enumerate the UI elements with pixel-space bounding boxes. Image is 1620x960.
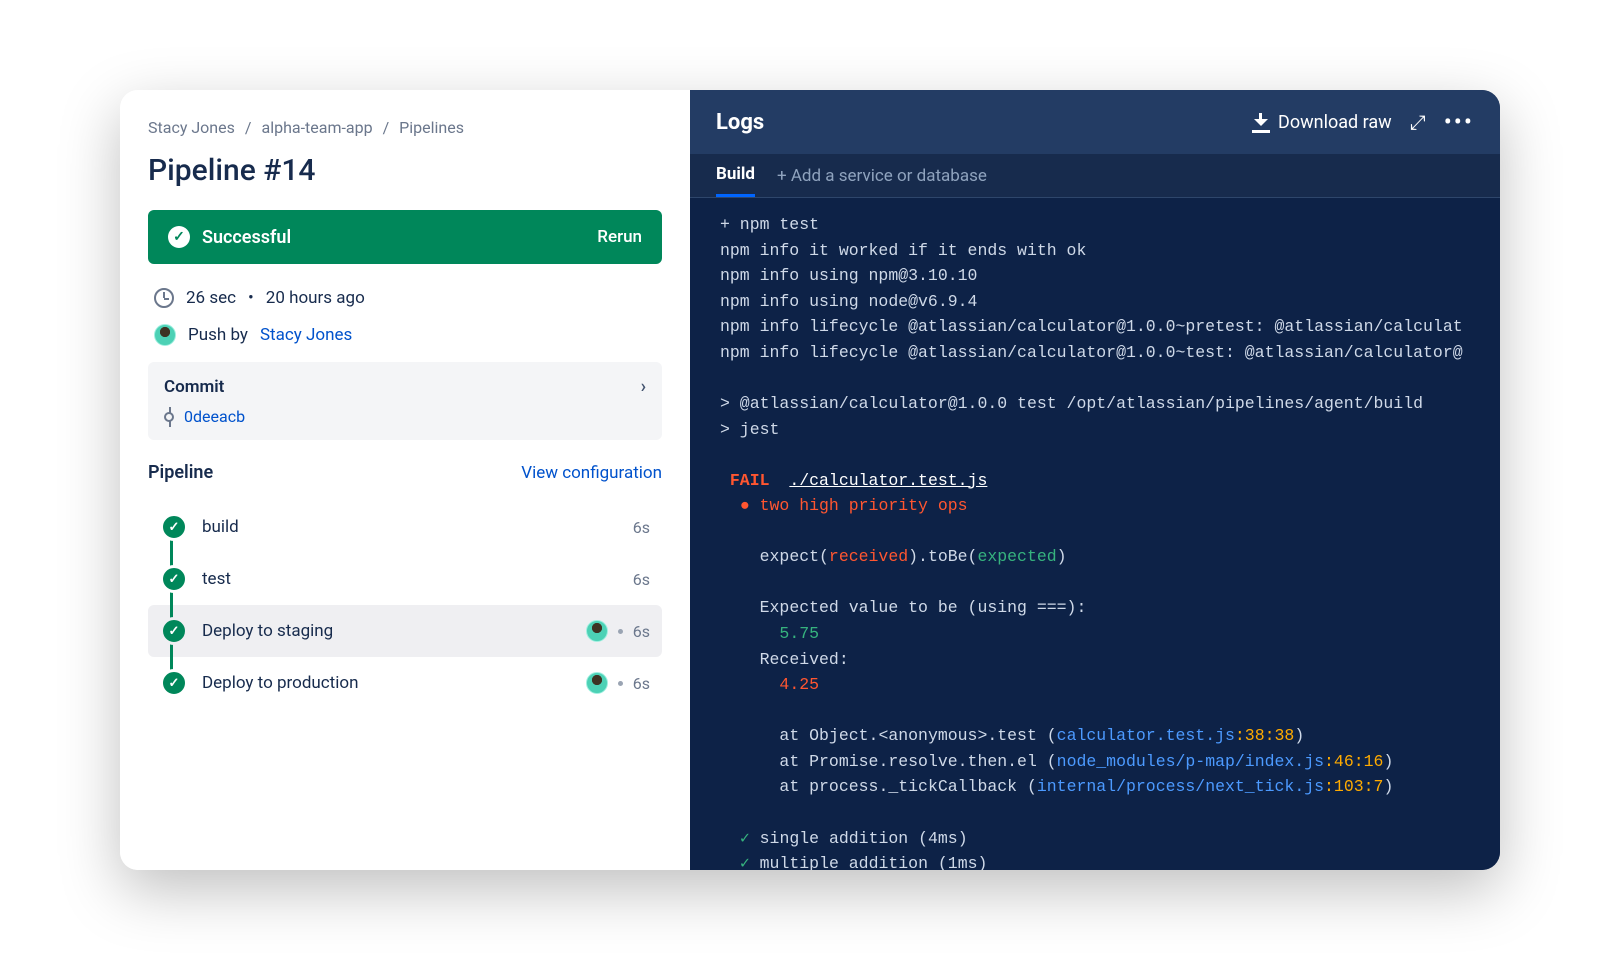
right-panel: Logs Download raw ⤢ ••• Build + Add a se…: [690, 90, 1500, 870]
pipeline-step[interactable]: ✓ Deploy to staging 6s: [148, 605, 662, 657]
pipeline-step-list: ✓ build 6s ✓ test 6s ✓ Deploy to staging 6s ✓ Depl…: [148, 501, 662, 709]
log-text: ): [1057, 547, 1067, 566]
breadcrumb-section[interactable]: Pipelines: [399, 118, 464, 137]
pipeline-step[interactable]: ✓ test 6s: [148, 553, 662, 605]
page-title: Pipeline #14: [148, 153, 662, 188]
check-circle-icon: ✓: [160, 565, 188, 593]
logs-title: Logs: [716, 110, 764, 135]
expected-value: 5.75: [779, 624, 819, 643]
check-circle-icon: ✓: [160, 669, 188, 697]
pipeline-window: Stacy Jones / alpha-team-app / Pipelines…: [120, 90, 1500, 870]
commit-heading: Commit: [164, 377, 224, 397]
pipeline-step[interactable]: ✓ Deploy to production 6s: [148, 657, 662, 709]
step-connector: [170, 531, 173, 679]
dot-separator: [618, 629, 623, 634]
trace-location: :103:7: [1324, 777, 1383, 796]
log-output[interactable]: + npm test npm info it worked if it ends…: [690, 198, 1500, 870]
breadcrumb-owner[interactable]: Stacy Jones: [148, 118, 235, 137]
breadcrumb-separator: /: [383, 118, 390, 137]
step-name: build: [202, 517, 239, 537]
log-tabs: Build + Add a service or database: [690, 154, 1500, 198]
trace-path[interactable]: node_modules/p-map/index.js: [1057, 752, 1324, 771]
bullet-icon: ●: [740, 496, 750, 515]
more-icon[interactable]: •••: [1444, 108, 1474, 136]
log-line: npm info lifecycle @atlassian/calculator…: [720, 317, 1463, 336]
status-label: Successful: [202, 227, 291, 248]
step-duration: 6s: [633, 570, 650, 589]
received-value: 4.25: [779, 675, 819, 694]
log-line: > @atlassian/calculator@1.0.0 test /opt/…: [720, 394, 1423, 413]
duration-row: 26 sec • 20 hours ago: [154, 288, 656, 308]
trace-prefix: at process._tickCallback (: [779, 777, 1036, 796]
left-panel: Stacy Jones / alpha-team-app / Pipelines…: [120, 90, 690, 870]
avatar-icon: [586, 672, 608, 694]
log-received: received: [829, 547, 908, 566]
step-name: Deploy to production: [202, 673, 358, 693]
push-by-row: Push by Stacy Jones: [154, 324, 656, 346]
log-text: Expected value to be (using ===):: [760, 598, 1087, 617]
trace-location: :38:38: [1235, 726, 1294, 745]
log-text: ).toBe(: [908, 547, 977, 566]
check-icon: ✓: [740, 854, 750, 870]
dot-separator: [618, 681, 623, 686]
pipeline-heading: Pipeline: [148, 462, 213, 483]
trace-prefix: at Object.<anonymous>.test (: [779, 726, 1056, 745]
trace-path[interactable]: internal/process/next_tick.js: [1037, 777, 1324, 796]
breadcrumb: Stacy Jones / alpha-team-app / Pipelines: [148, 118, 662, 137]
push-prefix: Push by: [188, 325, 248, 345]
fail-badge: FAIL: [730, 471, 770, 490]
trace-prefix: at Promise.resolve.then.el (: [779, 752, 1056, 771]
check-circle-icon: ✓: [168, 226, 190, 248]
fail-case: two high priority ops: [760, 496, 968, 515]
download-icon: [1252, 113, 1270, 131]
check-icon: ✓: [740, 829, 750, 848]
log-line: + npm test: [720, 215, 819, 234]
step-duration: 6s: [633, 518, 650, 537]
log-text: Received:: [760, 650, 849, 669]
status-bar: ✓ Successful Rerun: [148, 210, 662, 264]
commit-card[interactable]: Commit › 0deeacb: [148, 362, 662, 440]
logs-header: Logs Download raw ⤢ •••: [690, 90, 1500, 154]
breadcrumb-separator: /: [245, 118, 252, 137]
author-link[interactable]: Stacy Jones: [260, 325, 352, 345]
expand-icon[interactable]: ⤢: [1410, 110, 1426, 134]
step-name: test: [202, 569, 231, 589]
add-service-tab[interactable]: + Add a service or database: [777, 166, 987, 196]
tab-build[interactable]: Build: [716, 164, 755, 197]
log-text: expect(: [760, 547, 829, 566]
step-duration: 6s: [633, 622, 650, 641]
log-expected: expected: [977, 547, 1056, 566]
fail-file[interactable]: ./calculator.test.js: [789, 471, 987, 490]
trace-location: :46:16: [1324, 752, 1383, 771]
pass-line: single addition (4ms): [760, 829, 968, 848]
view-configuration-link[interactable]: View configuration: [521, 463, 662, 483]
duration-text: 26 sec: [186, 288, 236, 308]
clock-icon: [154, 288, 174, 308]
commit-node-icon: [164, 412, 174, 422]
log-line: npm info using node@v6.9.4: [720, 292, 977, 311]
chevron-right-icon: ›: [641, 376, 646, 397]
log-line: > jest: [720, 420, 779, 439]
download-raw-button[interactable]: Download raw: [1252, 112, 1392, 133]
commit-hash-link[interactable]: 0deeacb: [184, 407, 245, 426]
pipeline-step[interactable]: ✓ build 6s: [148, 501, 662, 553]
log-line: npm info using npm@3.10.10: [720, 266, 977, 285]
breadcrumb-repo[interactable]: alpha-team-app: [262, 118, 373, 137]
log-line: npm info lifecycle @atlassian/calculator…: [720, 343, 1463, 362]
avatar-icon: [586, 620, 608, 642]
rerun-button[interactable]: Rerun: [597, 227, 642, 247]
trace-path[interactable]: calculator.test.js: [1057, 726, 1235, 745]
step-name: Deploy to staging: [202, 621, 333, 641]
check-circle-icon: ✓: [160, 513, 188, 541]
log-line: npm info it worked if it ends with ok: [720, 241, 1086, 260]
step-duration: 6s: [633, 674, 650, 693]
check-circle-icon: ✓: [160, 617, 188, 645]
relative-time: 20 hours ago: [266, 288, 365, 308]
pass-line: multiple addition (1ms): [760, 854, 988, 870]
avatar-icon: [154, 324, 176, 346]
